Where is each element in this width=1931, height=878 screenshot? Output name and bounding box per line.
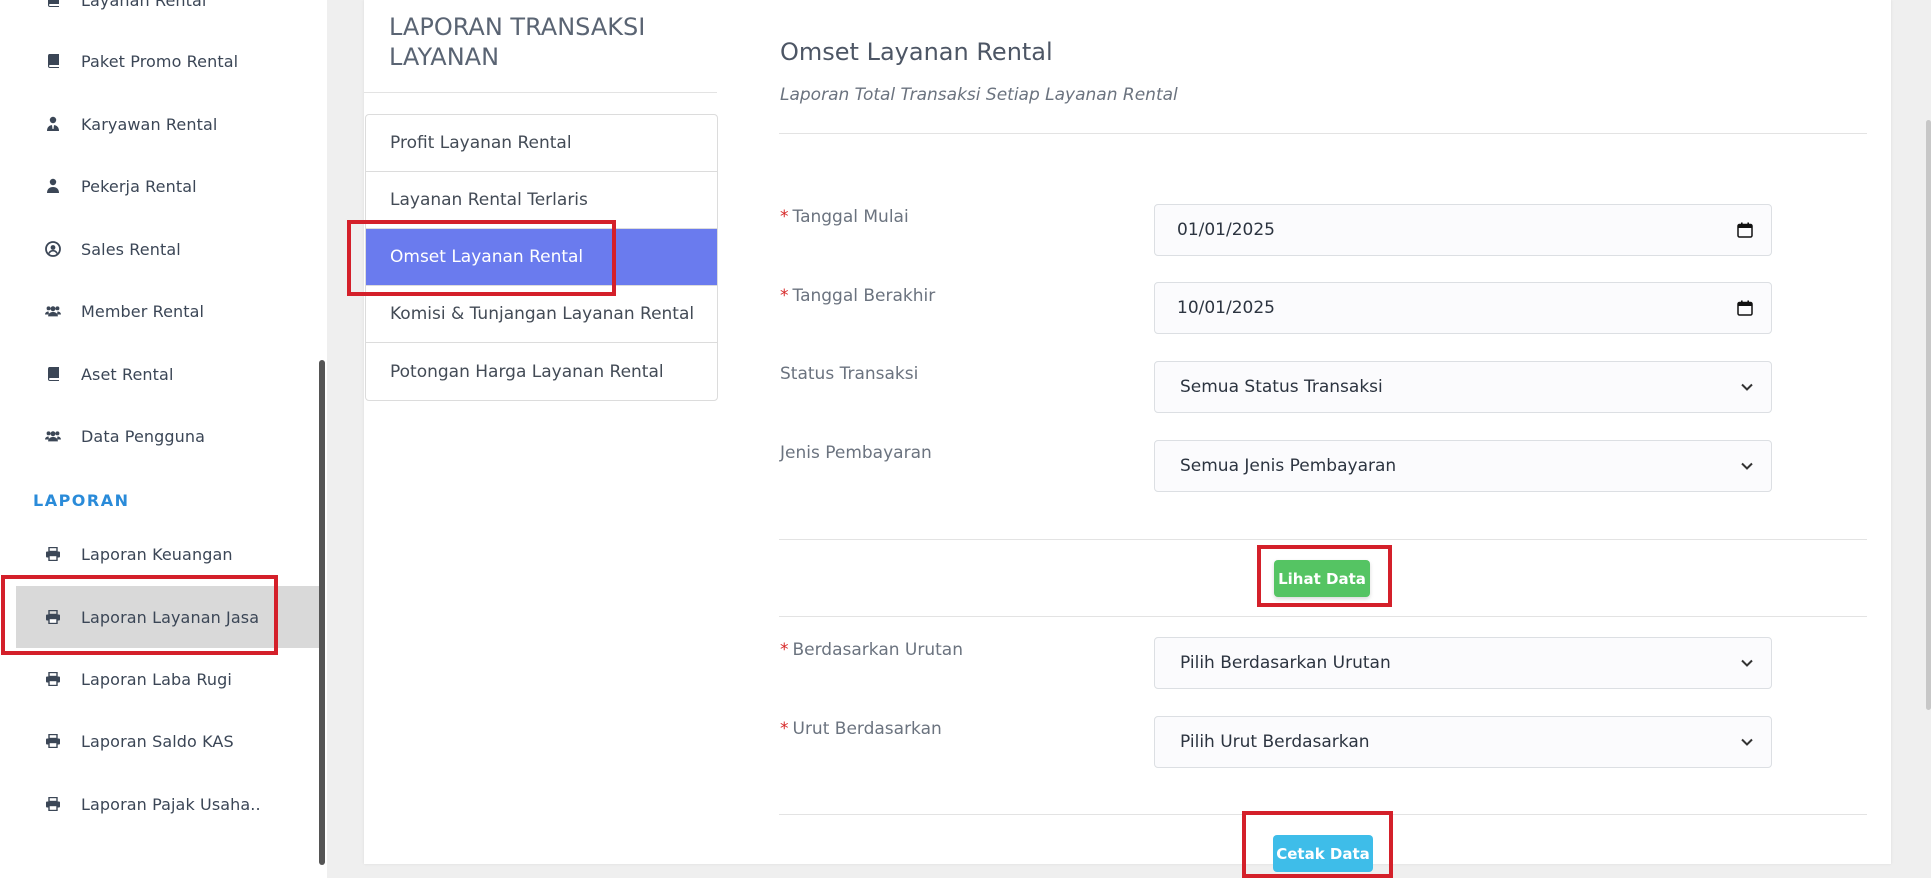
sidebar-scrollbar[interactable] bbox=[319, 360, 325, 865]
sidebar-item-label: Laporan Keuangan bbox=[81, 544, 233, 564]
sidebar-item-karyawan[interactable]: Karyawan Rental bbox=[0, 93, 319, 155]
menu-item-profit[interactable]: Profit Layanan Rental bbox=[366, 115, 717, 172]
sort-label: * Urut Berdasarkan bbox=[780, 719, 942, 739]
sort-value: Pilih Urut Berdasarkan bbox=[1180, 732, 1370, 752]
end-date-value: 10/01/2025 bbox=[1177, 298, 1275, 318]
sidebar-item-label: Paket Promo Rental bbox=[81, 51, 239, 71]
status-label: Status Transaksi bbox=[780, 364, 919, 384]
users-icon bbox=[45, 428, 61, 444]
chevron-down-icon bbox=[1741, 659, 1753, 667]
page-title: Omset Layanan Rental bbox=[780, 38, 1053, 66]
chevron-down-icon bbox=[1741, 738, 1753, 746]
sort-select[interactable]: Pilih Urut Berdasarkan bbox=[1154, 716, 1772, 768]
calendar-icon[interactable] bbox=[1737, 222, 1753, 238]
chevron-down-icon bbox=[1741, 462, 1753, 470]
calendar-icon[interactable] bbox=[1737, 300, 1753, 316]
users-icon bbox=[45, 303, 61, 319]
user-icon bbox=[45, 178, 61, 194]
sidebar-section-laporan: LAPORAN bbox=[33, 491, 130, 510]
sidebar-item-label: Layanan Rental bbox=[81, 0, 207, 10]
print-icon bbox=[45, 671, 61, 687]
highlight-box bbox=[1242, 811, 1393, 878]
sidebar-item-label: Laporan Pajak Usaha.. bbox=[81, 794, 261, 814]
page-scrollbar[interactable] bbox=[1926, 120, 1931, 710]
divider bbox=[779, 133, 1867, 134]
start-date-value: 01/01/2025 bbox=[1177, 220, 1275, 240]
end-date-label: * Tanggal Berakhir bbox=[780, 286, 935, 306]
label-text: Berdasarkan Urutan bbox=[792, 640, 964, 660]
order-by-value: Pilih Berdasarkan Urutan bbox=[1180, 653, 1391, 673]
status-value: Semua Status Transaksi bbox=[1180, 377, 1383, 397]
book-icon bbox=[45, 0, 61, 8]
label-text: Urut Berdasarkan bbox=[792, 719, 942, 739]
start-date-label: * Tanggal Mulai bbox=[780, 207, 909, 227]
sidebar-item-paket-promo[interactable]: Paket Promo Rental bbox=[0, 30, 319, 92]
sidebar-item-label: Sales Rental bbox=[81, 239, 181, 259]
user-circle-icon bbox=[45, 241, 61, 257]
sidebar-item-label: Pekerja Rental bbox=[81, 176, 197, 196]
print-icon bbox=[45, 546, 61, 562]
sidebar: Layanan Rental Paket Promo Rental Karyaw… bbox=[0, 0, 327, 878]
status-select[interactable]: Semua Status Transaksi bbox=[1154, 361, 1772, 413]
start-date-input[interactable]: 01/01/2025 bbox=[1154, 204, 1772, 256]
payment-value: Semua Jenis Pembayaran bbox=[1180, 456, 1397, 476]
divider bbox=[779, 539, 1867, 540]
chevron-down-icon bbox=[1741, 383, 1753, 391]
sidebar-item-label: Data Pengguna bbox=[81, 426, 206, 446]
menu-item-potongan[interactable]: Potongan Harga Layanan Rental bbox=[366, 343, 717, 400]
sidebar-item-label: Aset Rental bbox=[81, 364, 174, 384]
highlight-box bbox=[1257, 545, 1392, 607]
user-tie-icon bbox=[45, 116, 61, 132]
label-text: Tanggal Mulai bbox=[792, 207, 909, 227]
highlight-box bbox=[1, 575, 278, 655]
sidebar-item-layanan-rental[interactable]: Layanan Rental bbox=[0, 0, 319, 31]
required-mark: * bbox=[780, 719, 789, 739]
divider bbox=[364, 92, 717, 93]
label-text: Tanggal Berakhir bbox=[792, 286, 936, 306]
print-icon bbox=[45, 733, 61, 749]
required-mark: * bbox=[780, 640, 789, 660]
sidebar-item-aset[interactable]: Aset Rental bbox=[0, 343, 319, 405]
page-subtitle: Laporan Total Transaksi Setiap Layanan R… bbox=[780, 85, 1178, 105]
sidebar-item-label: Member Rental bbox=[81, 301, 205, 321]
sidebar-item-laporan-saldo-kas[interactable]: Laporan Saldo KAS bbox=[0, 710, 319, 772]
panel-title: LAPORAN TRANSAKSI LAYANAN bbox=[389, 13, 646, 71]
book-icon bbox=[45, 53, 61, 69]
sidebar-item-laporan-laba-rugi[interactable]: Laporan Laba Rugi bbox=[0, 648, 319, 710]
divider bbox=[779, 616, 1867, 617]
required-mark: * bbox=[780, 207, 789, 227]
sidebar-item-label: Laporan Laba Rugi bbox=[81, 669, 232, 689]
payment-select[interactable]: Semua Jenis Pembayaran bbox=[1154, 440, 1772, 492]
order-by-label: * Berdasarkan Urutan bbox=[780, 640, 963, 660]
sidebar-item-member[interactable]: Member Rental bbox=[0, 280, 319, 342]
sidebar-item-label: Karyawan Rental bbox=[81, 114, 218, 134]
sidebar-item-laporan-pajak[interactable]: Laporan Pajak Usaha.. bbox=[0, 773, 319, 835]
highlight-box bbox=[347, 220, 616, 296]
end-date-input[interactable]: 10/01/2025 bbox=[1154, 282, 1772, 334]
sidebar-item-label: Laporan Saldo KAS bbox=[81, 731, 234, 751]
sidebar-item-sales[interactable]: Sales Rental bbox=[0, 218, 319, 280]
sidebar-item-data-pengguna[interactable]: Data Pengguna bbox=[0, 405, 319, 467]
report-card: LAPORAN TRANSAKSI LAYANAN Profit Layanan… bbox=[364, 0, 1891, 872]
book-icon bbox=[45, 366, 61, 382]
sidebar-item-pekerja[interactable]: Pekerja Rental bbox=[0, 155, 319, 217]
payment-label: Jenis Pembayaran bbox=[780, 443, 932, 463]
order-by-select[interactable]: Pilih Berdasarkan Urutan bbox=[1154, 637, 1772, 689]
required-mark: * bbox=[780, 286, 789, 306]
print-icon bbox=[45, 796, 61, 812]
